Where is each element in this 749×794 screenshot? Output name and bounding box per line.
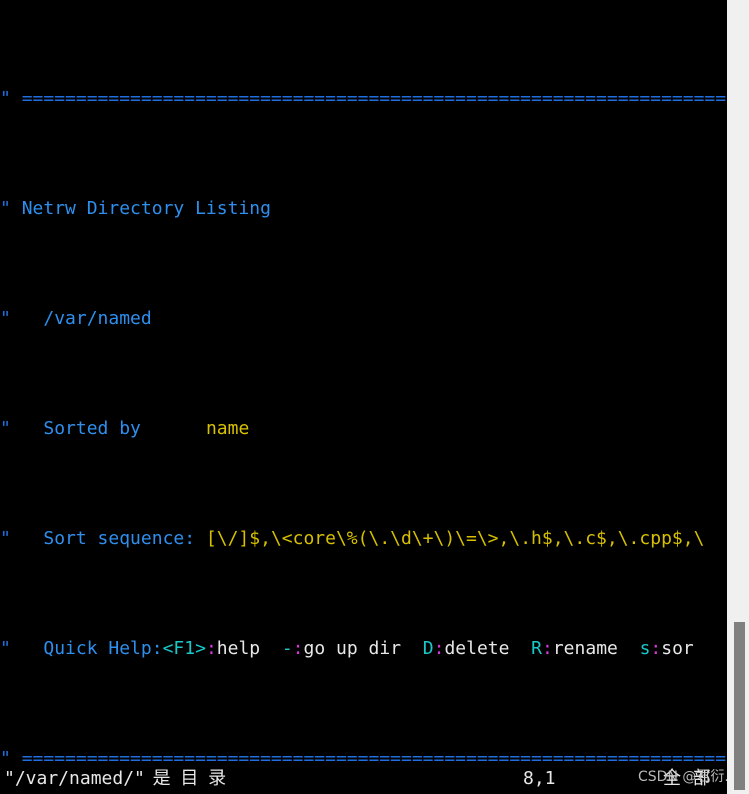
page-scrollbar[interactable] <box>727 0 749 794</box>
comment-mark: " <box>0 308 11 329</box>
quickhelp-sep: : <box>650 638 662 659</box>
separator-line: ========================================… <box>21 88 727 109</box>
comment-mark: " <box>0 88 11 109</box>
cursor-position: 8,1 <box>523 768 556 789</box>
quickhelp-action-help[interactable]: help <box>217 638 260 659</box>
status-message-path: "/var/named/" <box>4 768 145 789</box>
quickhelp-sep: : <box>433 638 445 659</box>
comment-mark: " <box>0 638 11 659</box>
quickhelp-key-dash[interactable]: - <box>282 638 293 659</box>
netrw-buffer[interactable]: " ======================================… <box>0 0 727 794</box>
status-message-cjk: 是 目 录 <box>152 768 229 789</box>
banner-separator-top: " ======================================… <box>0 88 727 110</box>
quickhelp-action-sort[interactable]: sor <box>661 638 694 659</box>
quickhelp-action-goup[interactable]: go up dir <box>304 638 402 659</box>
sort-sequence-value: [\/]$,\<core\%(\.\d\+\)\=\>,\.h$,\.c$,\.… <box>205 528 705 549</box>
banner-sorted-row[interactable]: " Sorted by name <box>0 418 727 440</box>
banner-sortseq-row[interactable]: " Sort sequence: [\/]$,\<core\%(\.\d\+\)… <box>0 528 727 550</box>
banner-quickhelp-row[interactable]: " Quick Help:<F1>:help -:go up dir D:del… <box>0 638 727 660</box>
quickhelp-key-delete[interactable]: D <box>423 638 434 659</box>
comment-mark: " <box>0 198 11 219</box>
quickhelp-action-rename[interactable]: rename <box>553 638 618 659</box>
quick-help-label: Quick Help: <box>43 638 163 659</box>
comment-mark: " <box>0 418 11 439</box>
status-message: "/var/named/" 是 目 录 <box>4 764 228 794</box>
quickhelp-sep: : <box>542 638 553 659</box>
scroll-state: 全 部 <box>663 768 714 789</box>
sort-sequence-label: Sort sequence: <box>43 528 196 549</box>
netrw-title: Netrw Directory Listing <box>21 198 271 219</box>
banner-title-row: " Netrw Directory Listing <box>0 198 727 220</box>
quickhelp-key-f1[interactable]: <F1> <box>163 638 206 659</box>
quickhelp-action-delete[interactable]: delete <box>444 638 509 659</box>
quickhelp-key-rename[interactable]: R <box>531 638 542 659</box>
screenshot-root: " ======================================… <box>0 0 749 794</box>
netrw-path[interactable]: /var/named <box>11 308 151 329</box>
page-scrollbar-thumb[interactable] <box>734 622 745 790</box>
vim-statusline: "/var/named/" 是 目 录 8,1 全 部 <box>0 764 727 794</box>
sorted-by-label: Sorted by <box>43 418 141 439</box>
vim-terminal[interactable]: " ======================================… <box>0 0 727 794</box>
sorted-by-value: name <box>205 418 250 439</box>
banner-path-row[interactable]: " /var/named <box>0 308 727 330</box>
quickhelp-key-sort[interactable]: s <box>640 638 651 659</box>
comment-mark: " <box>0 528 11 549</box>
quickhelp-sep: : <box>292 638 304 659</box>
quickhelp-sep: : <box>205 638 217 659</box>
